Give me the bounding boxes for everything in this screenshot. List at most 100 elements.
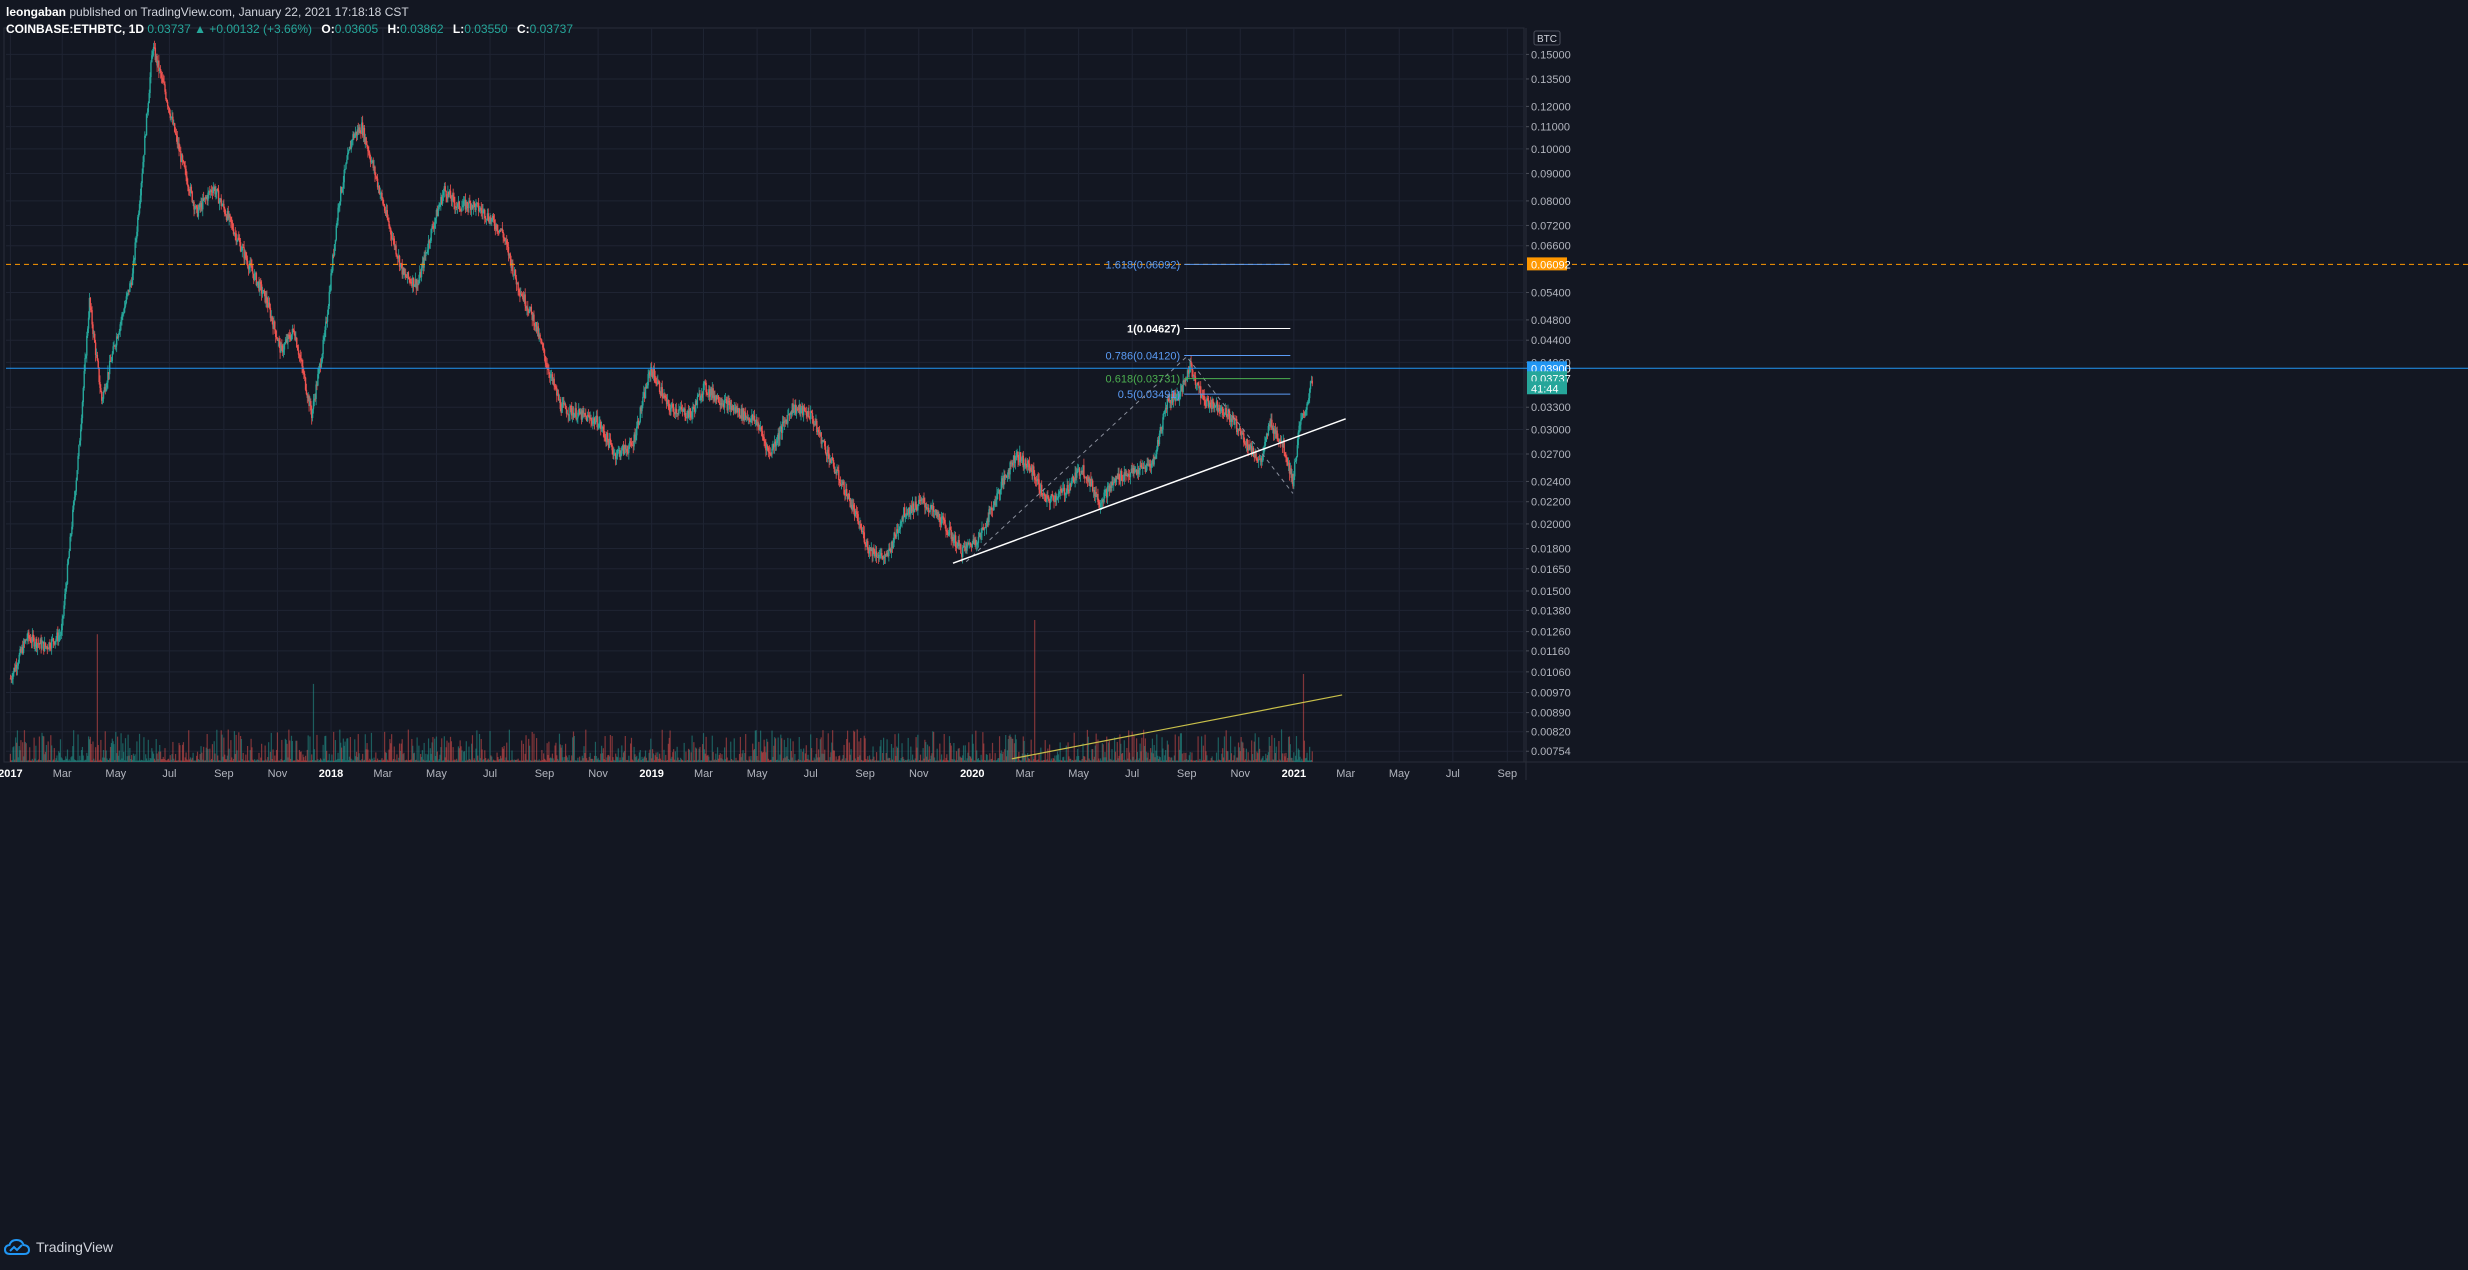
symbol-info: COINBASE:ETHBTC, 1D 0.03737 ▲ +0.00132 (…	[6, 21, 573, 38]
volume-bar	[508, 729, 510, 762]
y-tick-label: 0.03000	[1531, 424, 1571, 436]
volume-bar	[179, 745, 181, 762]
volume-bar	[1243, 748, 1245, 762]
symbol-label[interactable]: COINBASE:ETHBTC, 1D	[6, 22, 144, 36]
volume-bar	[35, 745, 37, 762]
price-label: 0.06092	[1531, 259, 1571, 271]
volume-bar	[962, 745, 965, 762]
y-tick-label: 0.02700	[1531, 449, 1571, 461]
volume-bar	[124, 738, 127, 762]
y-tick-label: 0.02400	[1531, 476, 1571, 488]
volume-bar	[661, 729, 663, 762]
volume-bar	[1197, 736, 1199, 762]
candle-body	[539, 334, 541, 339]
candle-body	[335, 225, 338, 240]
volume-bar	[730, 741, 732, 762]
volume-bar	[843, 744, 845, 762]
volume-bar	[1059, 742, 1061, 762]
y-tick-label: 0.13500	[1531, 74, 1571, 86]
candle-body	[917, 505, 919, 511]
volume-bar	[452, 747, 454, 762]
volume-bar	[1108, 740, 1110, 762]
candle-body	[696, 397, 699, 406]
candle-body	[543, 349, 546, 357]
y-tick-label: 0.01060	[1531, 667, 1571, 679]
volume-bar	[854, 731, 856, 762]
volume-bar	[525, 735, 527, 762]
candle-body	[72, 509, 74, 527]
fib-level-label: 1(0.04627)	[1127, 323, 1181, 335]
volume-bar	[45, 744, 48, 762]
volume-bar	[391, 734, 393, 762]
volume-bar	[617, 748, 619, 762]
volume-bar	[585, 729, 587, 762]
volume-bar	[272, 749, 274, 762]
y-tick-label: 0.01650	[1531, 564, 1571, 576]
volume-bar	[471, 735, 474, 762]
volume-bar	[917, 734, 919, 762]
volume-bar	[1293, 752, 1295, 762]
candle-body	[330, 273, 332, 291]
candle-body	[147, 103, 150, 113]
volume-bar	[1234, 746, 1236, 762]
y-tick-label: 0.04800	[1531, 315, 1571, 327]
y-tick-label: 0.00820	[1531, 727, 1571, 739]
y-tick-label: 0.00890	[1531, 708, 1571, 720]
volume-bar	[535, 738, 538, 762]
chart-area[interactable]: 0.15000 0.13500 0.12000 0.11000 0.10000 0.090…	[0, 0, 2468, 1265]
x-tick-label: 2018	[319, 768, 343, 780]
candle-body	[326, 314, 329, 322]
volume-bar	[326, 750, 328, 762]
candle-body	[111, 353, 113, 362]
candle-body	[1129, 472, 1132, 478]
volume-bar	[880, 739, 882, 762]
volume-bar	[758, 741, 760, 762]
x-tick-label: Nov	[268, 768, 288, 780]
open-label: O:	[321, 22, 335, 36]
volume-bar	[51, 745, 53, 762]
publisher-name[interactable]: leongaban	[6, 5, 66, 19]
volume-bar	[1034, 620, 1036, 762]
candle-body	[41, 643, 43, 649]
volume-bar	[693, 742, 695, 762]
volume-bar	[367, 749, 369, 762]
candle-body	[283, 343, 286, 350]
candle-body	[961, 547, 964, 557]
volume-bar	[897, 733, 900, 762]
y-tick-label: 0.01160	[1531, 646, 1570, 658]
candle-body	[863, 532, 865, 543]
volume-bar	[1258, 748, 1261, 762]
volume-bar	[276, 732, 279, 762]
high-value: 0.03862	[400, 22, 444, 36]
volume-bar	[450, 741, 452, 762]
volume-bar	[777, 737, 779, 762]
volume-bar	[882, 737, 885, 762]
y-tick-label: 0.07200	[1531, 220, 1571, 232]
volume-bar	[96, 634, 98, 762]
volume-bar	[211, 744, 214, 762]
candle-body	[67, 558, 70, 564]
fib-level-label: 0.786(0.04120)	[1106, 351, 1181, 363]
x-tick-label: Jul	[162, 768, 176, 780]
x-tick-label: May	[105, 768, 126, 780]
candlestick-chart[interactable]: 0.15000 0.13500 0.12000 0.11000 0.10000 0.090…	[0, 0, 2468, 1265]
tradingview-footer[interactable]: TradingView	[4, 1238, 113, 1256]
volume-bar	[441, 738, 443, 762]
y-tick-label: 0.02200	[1531, 497, 1571, 509]
candle-body	[838, 470, 840, 480]
volume-bar	[1040, 747, 1042, 762]
volume-bar	[209, 748, 211, 762]
volume-bar	[850, 749, 852, 762]
volume-bar	[1141, 737, 1143, 762]
x-tick-label: 2017	[0, 768, 23, 780]
volume-bar	[1133, 735, 1135, 762]
volume-bar	[33, 737, 35, 762]
volume-bar	[309, 736, 311, 762]
candle-body	[143, 154, 145, 163]
volume-bar	[448, 742, 450, 762]
volume-bar	[787, 737, 789, 762]
candle-body	[1294, 461, 1296, 477]
volume-bar	[13, 746, 15, 762]
candle-body	[1067, 484, 1069, 490]
open-value: 0.03605	[334, 22, 379, 36]
